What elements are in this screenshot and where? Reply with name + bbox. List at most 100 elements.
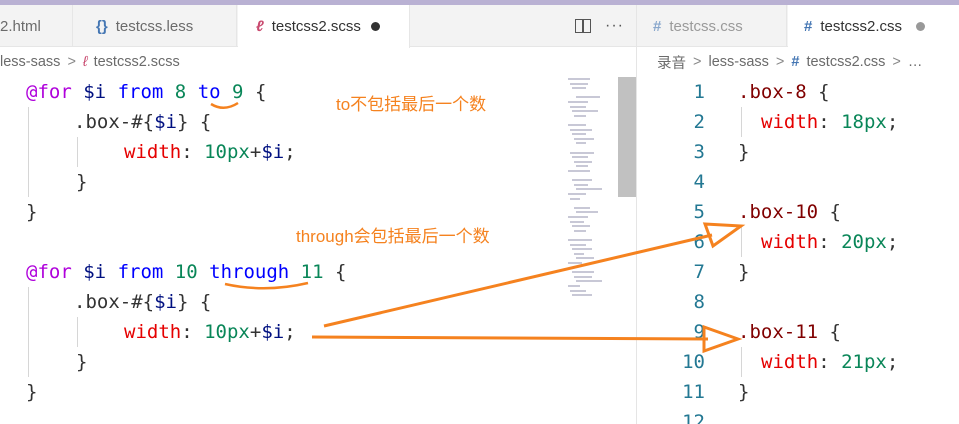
annotation-to-note: to不包括最后一个数: [336, 95, 487, 114]
code-token: 10: [174, 261, 198, 283]
code-token: 11: [300, 261, 324, 283]
chevron-right-icon: >: [693, 54, 702, 70]
css-code-line: 11}: [637, 377, 959, 407]
minimap-line: [576, 188, 602, 191]
code-token: width: [124, 141, 182, 163]
code-token: ;: [284, 321, 296, 343]
code-line: .box-#{$i} {: [0, 107, 612, 137]
tab-testcss-less[interactable]: {} testcss.less: [74, 5, 237, 47]
minimap-line: [568, 170, 590, 172]
breadcrumb-file[interactable]: testcss2.scss: [94, 54, 180, 70]
code-token: +: [249, 321, 262, 343]
minimap-line: [572, 156, 588, 159]
code-token: from: [117, 81, 164, 103]
minimap-line: [570, 197, 580, 200]
code-token: {: [254, 81, 267, 103]
breadcrumb-folder[interactable]: less-sass: [708, 54, 768, 70]
code-line: }: [0, 167, 612, 197]
tab-testcss-css[interactable]: # testcss.css: [637, 5, 787, 47]
code-line: width: 10px+$i;: [0, 137, 612, 167]
breadcrumb-folder[interactable]: 录音: [657, 52, 686, 73]
code-token-to: to: [197, 81, 221, 103]
code-token: :: [181, 321, 193, 343]
less-file-icon: {}: [96, 17, 108, 35]
minimap-line: [576, 211, 598, 214]
breadcrumb-file[interactable]: testcss2.css: [806, 54, 885, 70]
css-code-line: 8: [637, 287, 959, 317]
minimap-line: [568, 239, 592, 241]
code-token: .box-11: [738, 321, 819, 343]
minimap-line: [570, 243, 586, 246]
breadcrumb-folder[interactable]: less-sass: [0, 54, 60, 70]
css-code-line: 9 .box-11 {: [637, 317, 959, 347]
code-token: @for: [26, 81, 72, 103]
code-token: $i: [154, 291, 177, 313]
code-token: .box-#{: [74, 291, 155, 313]
code-line: @for $i from 8 to 9 {: [0, 77, 612, 107]
code-token: }: [76, 171, 88, 193]
breadcrumb-more[interactable]: …: [908, 54, 923, 70]
minimap-line: [572, 248, 592, 251]
css-code-line: 4: [637, 167, 959, 197]
code-token: $i: [261, 321, 285, 343]
scss-file-icon: ℓ: [82, 54, 88, 70]
minimap-line: [570, 220, 584, 223]
code-token: 9: [232, 81, 244, 103]
code-token: width: [761, 351, 819, 373]
code-token: 20px: [841, 231, 887, 253]
code-line: }: [0, 377, 612, 407]
chevron-right-icon: >: [775, 54, 785, 70]
minimap-line: [570, 128, 592, 131]
vertical-scrollbar-thumb[interactable]: [618, 77, 636, 197]
tab-label: testcss.css: [669, 17, 743, 35]
line-number: 5: [693, 201, 705, 223]
tab-testcss2-css[interactable]: # testcss2.css: [788, 5, 959, 48]
tab-testcss2-scss[interactable]: ℓ testcss2.scss: [238, 5, 410, 48]
left-editor-group: 2.html {} testcss.less ℓ testcss2.scss ·…: [0, 5, 636, 424]
code-token: +: [249, 141, 262, 163]
code-line: }: [0, 347, 612, 377]
minimap-line: [568, 101, 588, 103]
minimap-line: [572, 133, 586, 136]
left-tab-bar: 2.html {} testcss.less ℓ testcss2.scss ·…: [0, 5, 636, 48]
minimap-line: [576, 257, 594, 260]
css-code-line: 5 .box-10 {: [637, 197, 959, 227]
minimap-line: [568, 124, 586, 126]
minimap-line: [568, 216, 588, 218]
code-token: width: [124, 321, 182, 343]
code-token: ;: [284, 141, 296, 163]
more-actions-icon[interactable]: ···: [605, 17, 624, 35]
code-token: $i: [261, 141, 285, 163]
minimap-line: [570, 82, 588, 85]
css-code-line: 2 width: 18px;: [637, 107, 959, 137]
minimap-line: [570, 151, 594, 154]
css-code-line: 1 .box-8 {: [637, 77, 959, 107]
minimap-line: [574, 206, 590, 209]
css-declaration: width: 18px;: [761, 111, 899, 133]
unsaved-dot-icon[interactable]: [370, 22, 380, 31]
tab-2-html[interactable]: 2.html: [0, 5, 73, 47]
breadcrumb: less-sass > ℓ testcss2.scss: [0, 48, 180, 76]
css-code-area[interactable]: 1 .box-8 { 2 width: 18px; 3} 4 5 .box-10 { 6 widt…: [637, 77, 959, 424]
css-file-icon: #: [804, 18, 813, 35]
css-declaration: width: 21px;: [761, 351, 899, 373]
css-code-line: 3}: [637, 137, 959, 167]
line-number: 6: [693, 231, 705, 253]
line-number: 8: [693, 291, 705, 313]
minimap-line: [574, 229, 586, 232]
line-number: 7: [693, 261, 705, 283]
code-token: {: [806, 81, 830, 103]
line-number: 3: [693, 141, 705, 163]
code-token: 21px: [841, 351, 887, 373]
line-number: 10: [682, 351, 705, 373]
minimap-line: [572, 179, 592, 182]
code-token: width: [761, 111, 819, 133]
split-editor-icon[interactable]: [575, 19, 592, 33]
unsaved-dot-icon[interactable]: [916, 22, 926, 31]
css-code-line: 10 width: 21px;: [637, 347, 959, 377]
line-number: 2: [693, 111, 705, 133]
minimap-line: [574, 183, 588, 186]
code-token: {: [818, 201, 841, 223]
code-token: :: [181, 141, 193, 163]
minimap[interactable]: [568, 78, 616, 308]
